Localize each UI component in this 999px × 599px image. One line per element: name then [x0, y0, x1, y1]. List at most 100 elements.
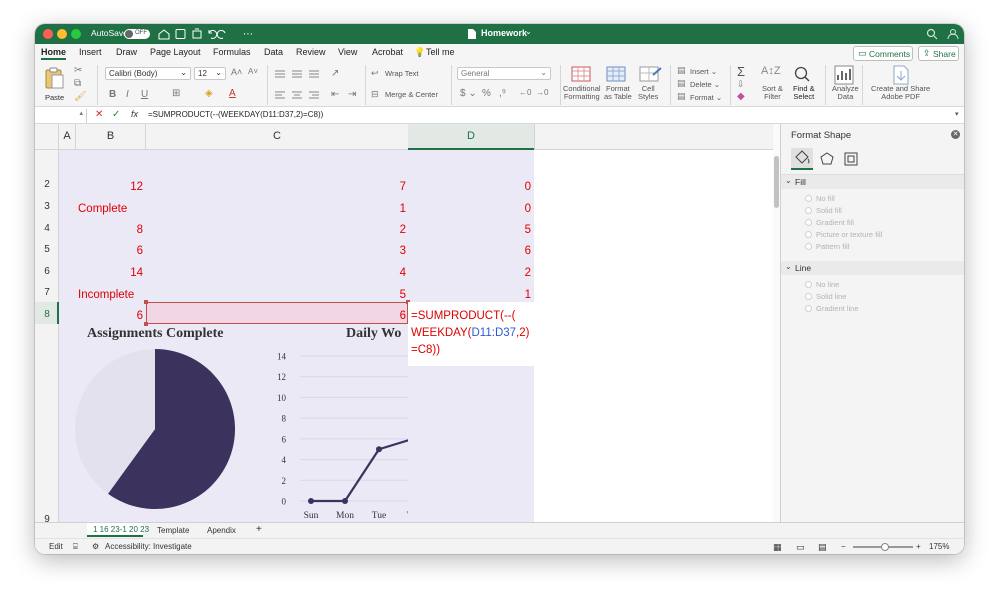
cut-icon[interactable]: ✂ — [74, 65, 82, 76]
cell-c3[interactable]: 1 — [146, 203, 406, 215]
pentagon-effects-icon[interactable] — [819, 151, 835, 167]
underline-icon[interactable]: U — [141, 89, 148, 100]
column-header-a[interactable]: A — [59, 130, 75, 142]
line-chart[interactable]: 0 2 4 6 8 10 12 14 Sun Mon Tue We — [265, 346, 408, 522]
cell-d7[interactable]: 1 — [409, 289, 531, 301]
decrease-font-icon[interactable]: A˅ — [248, 67, 258, 76]
cell-d2[interactable]: 0 — [409, 181, 531, 193]
font-color-icon[interactable]: A — [229, 88, 236, 99]
macro-icon[interactable]: ⌸ — [73, 542, 78, 552]
sheet-tab-active[interactable]: 1 16 23-1 20 23 — [87, 523, 149, 537]
delete-cells-button[interactable]: Delete ⌄ — [690, 80, 720, 89]
tab-page-layout[interactable]: Page Layout — [150, 47, 201, 57]
italic-icon[interactable]: I — [126, 89, 129, 100]
tab-data[interactable]: Data — [264, 47, 283, 57]
tell-me-search[interactable]: Tell me — [426, 47, 455, 57]
decimal-decrease-icon[interactable]: →0 — [536, 88, 548, 97]
orientation-icon[interactable]: ↗ — [331, 68, 339, 79]
clear-icon[interactable]: ◆ — [737, 91, 745, 102]
pattern-fill-option[interactable]: Pattern fill — [805, 242, 964, 254]
bold-icon[interactable]: B — [109, 89, 116, 100]
fill-color-icon[interactable]: ◈ — [205, 88, 213, 99]
cell-c8[interactable]: 6 — [146, 310, 406, 322]
close-window-button[interactable] — [43, 29, 53, 39]
picture-fill-option[interactable]: Picture or texture fill — [805, 230, 964, 242]
row-header-4[interactable]: 4 — [35, 223, 59, 237]
format-as-table-button[interactable]: Format as Table — [604, 85, 632, 101]
find-select-button[interactable]: Find & Select — [793, 85, 815, 101]
format-painter-icon[interactable]: 🖌 — [74, 91, 87, 102]
percent-icon[interactable]: % — [482, 88, 491, 99]
tab-acrobat[interactable]: Acrobat — [372, 47, 403, 57]
row-header-2[interactable]: 2 — [35, 179, 59, 193]
horizontal-align-icons[interactable] — [273, 90, 325, 100]
cell-c5[interactable]: 3 — [146, 245, 406, 257]
fill-line-tab[interactable] — [791, 148, 813, 170]
paste-button[interactable] — [43, 66, 65, 90]
analyze-data-button[interactable]: Analyze Data — [832, 85, 859, 101]
sort-filter-button[interactable]: Sort & Filter — [762, 85, 783, 101]
normal-view-icon[interactable]: ▦ — [773, 542, 782, 553]
tab-home[interactable]: Home — [41, 47, 67, 60]
autosave-toggle[interactable]: OFF — [124, 29, 150, 39]
cell-d3[interactable]: 0 — [409, 203, 531, 215]
merge-center-button[interactable]: Merge & Center — [385, 90, 438, 99]
gradient-line-option[interactable]: Gradient line — [805, 304, 964, 316]
cell-d5[interactable]: 6 — [409, 245, 531, 257]
cell-d8-editing[interactable]: =SUMPRODUCT(--(WEEKDAY(D11:D37,2) =C8)) — [408, 302, 534, 366]
zoom-level[interactable]: 175% — [929, 542, 949, 551]
size-properties-icon[interactable] — [843, 151, 859, 167]
analyze-data-icon[interactable] — [834, 65, 854, 85]
zoom-window-button[interactable] — [71, 29, 81, 39]
font-size-select[interactable]: 12 ⌄ — [194, 67, 226, 80]
decimal-increase-icon[interactable]: ←0 — [519, 88, 531, 97]
minimize-window-button[interactable] — [57, 29, 67, 39]
confirm-formula-icon[interactable]: ✓ — [112, 109, 120, 120]
cell-d4[interactable]: 5 — [409, 224, 531, 236]
sheet-tab-apendix[interactable]: Apendix — [207, 526, 236, 535]
worksheet-grid[interactable]: A B C D 2 3 4 5 6 7 8 9 12 Complete 8 6 … — [35, 124, 780, 522]
cell-b7[interactable]: Incomplete — [78, 289, 134, 301]
row-header-3[interactable]: 3 — [35, 201, 59, 215]
cell-c4[interactable]: 2 — [146, 224, 406, 236]
number-format-select[interactable]: General ⌄ — [457, 67, 551, 80]
expand-formula-icon[interactable]: ▾ — [955, 110, 959, 118]
name-box[interactable]: ▴ — [35, 109, 87, 123]
cell-b5[interactable]: 6 — [75, 245, 143, 257]
copy-icon[interactable]: ⧉ — [74, 78, 81, 89]
comments-button[interactable]: ▭ Comments — [853, 46, 913, 61]
tab-review[interactable]: Review — [296, 47, 326, 57]
accessibility-status[interactable]: Accessibility: Investigate — [105, 542, 192, 551]
zoom-out-button[interactable]: − — [841, 542, 846, 551]
row-header-9[interactable]: 9 — [35, 514, 59, 522]
find-select-icon[interactable] — [793, 65, 811, 83]
account-icon[interactable] — [947, 28, 959, 40]
cancel-formula-icon[interactable]: ✕ — [95, 109, 103, 120]
cell-b3[interactable]: Complete — [78, 203, 127, 215]
comma-icon[interactable]: ,⁹ — [499, 88, 506, 99]
column-header-c[interactable]: C — [146, 130, 408, 142]
currency-icon[interactable]: $ ⌄ — [460, 88, 477, 99]
cell-c2[interactable]: 7 — [146, 181, 406, 193]
share-button[interactable]: ⇪ Share — [918, 46, 959, 61]
cell-d6[interactable]: 2 — [409, 267, 531, 279]
no-fill-option[interactable]: No fill — [805, 194, 964, 206]
close-pane-icon[interactable]: ✕ — [951, 130, 960, 139]
line-section-header[interactable]: ⌄ Line — [781, 261, 964, 275]
conditional-formatting-button[interactable]: Conditional Formatting — [563, 85, 601, 101]
select-all-corner[interactable] — [35, 124, 59, 150]
sort-filter-icon[interactable]: A↕Z — [761, 65, 781, 77]
page-break-view-icon[interactable]: ▤ — [818, 542, 827, 553]
cell-b8[interactable]: 6 — [75, 310, 143, 322]
font-name-select[interactable]: Calibri (Body) ⌄ — [105, 67, 191, 80]
zoom-in-button[interactable]: + — [916, 542, 921, 551]
fill-down-icon[interactable]: ⇩ — [737, 79, 745, 90]
formula-input[interactable]: =SUMPRODUCT(--(WEEKDAY(D11:D37,2)=C8)) — [148, 110, 323, 119]
add-sheet-button[interactable]: + — [256, 524, 262, 535]
gradient-fill-option[interactable]: Gradient fill — [805, 218, 964, 230]
row-header-6[interactable]: 6 — [35, 266, 59, 280]
sheet-tab-template[interactable]: Template — [157, 526, 189, 535]
cell-c7[interactable]: 5 — [146, 289, 406, 301]
format-as-table-icon[interactable] — [606, 66, 632, 84]
no-line-option[interactable]: No line — [805, 280, 964, 292]
